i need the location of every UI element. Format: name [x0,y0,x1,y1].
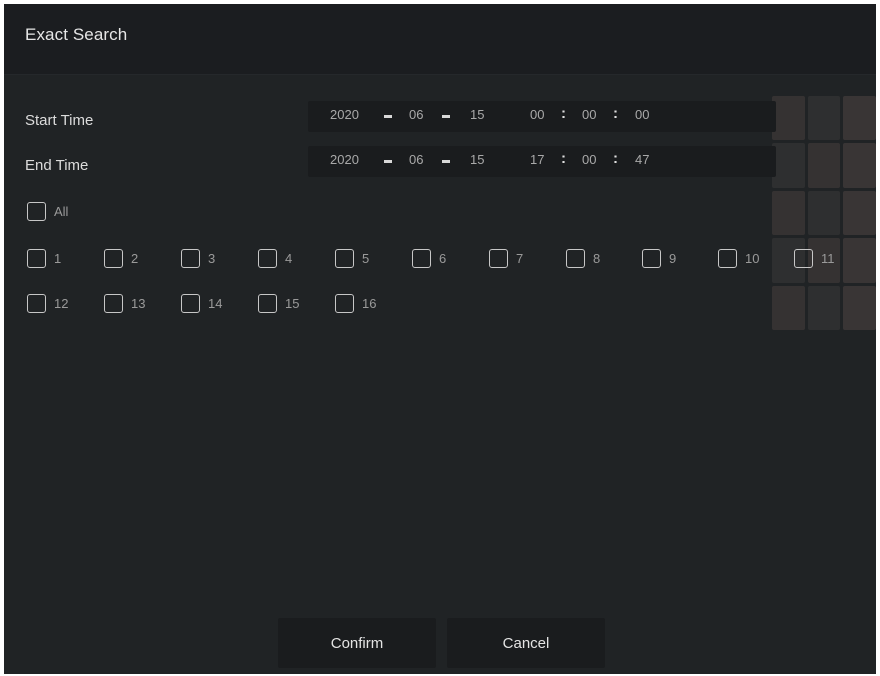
channel-label: 15 [285,295,300,311]
channel-checkbox-9[interactable]: 9 [642,247,676,269]
checkbox-box[interactable] [181,293,200,313]
start-second[interactable]: 00 [635,107,649,122]
start-month[interactable]: 06 [409,107,423,122]
time-separator: : [561,105,566,122]
channel-checkbox-16[interactable]: 16 [335,292,376,314]
end-day[interactable]: 15 [470,152,484,167]
checkbox-box[interactable] [258,293,277,313]
channel-checkbox-8[interactable]: 8 [566,247,600,269]
checkbox-box[interactable] [27,248,46,268]
date-separator [384,115,392,118]
time-separator: : [561,150,566,167]
checkbox-box[interactable] [718,248,737,268]
channel-checkbox-6[interactable]: 6 [412,247,446,269]
checkbox-box[interactable] [489,248,508,268]
time-separator: : [613,150,618,167]
end-minute[interactable]: 00 [582,152,596,167]
time-separator: : [613,105,618,122]
channel-checkbox-10[interactable]: 10 [718,247,759,269]
channel-label: 7 [516,250,524,266]
channel-checkbox-4[interactable]: 4 [258,247,292,269]
channel-checkbox-15[interactable]: 15 [258,292,299,314]
start-minute[interactable]: 00 [582,107,596,122]
start-hour[interactable]: 00 [530,107,544,122]
channel-label: 2 [131,250,139,266]
channel-label: 14 [208,295,223,311]
checkbox-box[interactable] [412,248,431,268]
checkbox-box[interactable] [566,248,585,268]
channel-checkbox-1[interactable]: 1 [27,247,61,269]
end-year[interactable]: 2020 [330,152,359,167]
date-separator [442,115,450,118]
end-time-field[interactable]: 2020 06 15 17 : 00 : 47 [308,146,776,177]
channel-label: 8 [593,250,601,266]
checkbox-box[interactable] [794,248,813,268]
date-separator [442,160,450,163]
checkbox-all[interactable]: All [27,200,68,222]
date-separator [384,160,392,163]
checkbox-box[interactable] [104,293,123,313]
channel-label: 10 [745,250,760,266]
checkbox-box[interactable] [27,293,46,313]
channel-checkbox-3[interactable]: 3 [181,247,215,269]
channel-checkbox-12[interactable]: 12 [27,292,68,314]
channel-label: 4 [285,250,293,266]
checkbox-box[interactable] [335,293,354,313]
channel-label: 3 [208,250,216,266]
checkbox-box[interactable] [258,248,277,268]
end-hour[interactable]: 17 [530,152,544,167]
channel-checkbox-14[interactable]: 14 [181,292,222,314]
channel-checkbox-11[interactable]: 11 [794,247,835,269]
channel-label: 16 [362,295,377,311]
exact-search-dialog: Exact Search Start Time 2020 06 15 00 : … [4,4,876,674]
end-second[interactable]: 47 [635,152,649,167]
confirm-button[interactable]: Confirm [278,618,436,668]
start-time-field[interactable]: 2020 06 15 00 : 00 : 00 [308,101,776,132]
channel-checkbox-13[interactable]: 13 [104,292,145,314]
background-camera-thumbnails [772,96,876,330]
checkbox-all-label: All [54,203,69,219]
start-time-label: Start Time [25,112,94,129]
dialog-title: Exact Search [25,25,128,44]
channel-checkbox-2[interactable]: 2 [104,247,138,269]
start-year[interactable]: 2020 [330,107,359,122]
end-month[interactable]: 06 [409,152,423,167]
channel-label: 5 [362,250,370,266]
channel-label: 9 [669,250,677,266]
channel-label: 12 [54,295,69,311]
end-time-label: End Time [25,157,89,174]
channel-checkbox-7[interactable]: 7 [489,247,523,269]
checkbox-box[interactable] [335,248,354,268]
cancel-button[interactable]: Cancel [447,618,605,668]
channel-label: 11 [821,250,835,266]
checkbox-box[interactable] [104,248,123,268]
channel-label: 1 [54,250,62,266]
channel-checkbox-5[interactable]: 5 [335,247,369,269]
checkbox-box[interactable] [642,248,661,268]
checkbox-box[interactable] [27,201,46,221]
channel-label: 13 [131,295,146,311]
dialog-titlebar: Exact Search [4,4,876,75]
start-day[interactable]: 15 [470,107,484,122]
channel-label: 6 [439,250,447,266]
checkbox-box[interactable] [181,248,200,268]
